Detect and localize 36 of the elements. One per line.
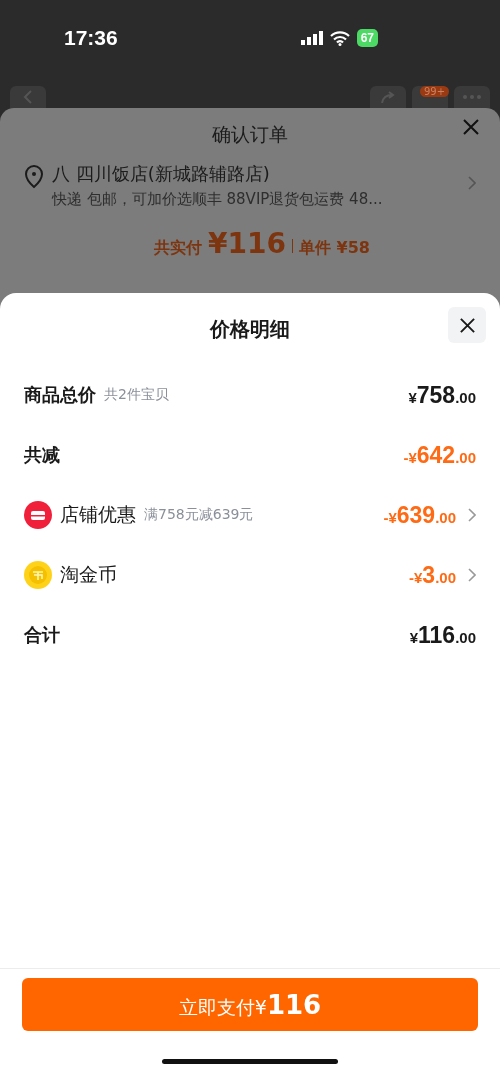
wifi-icon [329,30,350,46]
row-label: 共减 [24,443,60,467]
row-amount: ¥758.00 [408,381,476,409]
unit-price: 单件 ¥58 [298,238,370,259]
status-time: 17:36 [64,26,118,50]
back-icon [23,90,33,104]
row-amount: -¥639.00 [383,501,456,529]
row-label: 店铺优惠 [60,502,136,527]
row-label: 商品总价 [24,383,96,407]
close-icon[interactable] [458,316,476,334]
sheet-title: 确认订单 [212,122,288,147]
cart-button[interactable]: 99+ [412,86,448,108]
pay-button[interactable]: 立即支付¥116 [22,978,478,1031]
chevron-icon [468,176,476,190]
panel-title: 价格明细 [210,315,290,343]
battery-indicator: 67 [356,29,378,47]
paid-label: 共实付 [154,238,202,259]
delivery-info: 快递 包邮，可加价选顺丰 88VIP退货包运费 48... [52,190,384,209]
row-amount: -¥3.00 [409,561,456,589]
signal-icon [300,31,323,45]
close-button[interactable] [448,307,486,343]
address-name: 八 四川饭店(新城路辅路店) [52,162,271,186]
row-label: 合计 [24,623,60,647]
cart-badge: 99+ [420,86,450,97]
row-amount: ¥116.00 [409,621,476,649]
store-icon [24,501,52,529]
chevron-icon [468,508,476,522]
paid-total: ¥116 [208,227,286,260]
row-note: 共2件宝贝 [104,386,169,404]
row-label: 淘金币 [60,562,117,587]
row-amount: -¥642.00 [403,441,476,469]
share-icon [380,91,396,103]
coin-icon [24,561,52,589]
row-note: 满758元减639元 [144,506,254,524]
location-pin-icon [24,165,44,189]
chevron-icon [468,568,476,582]
